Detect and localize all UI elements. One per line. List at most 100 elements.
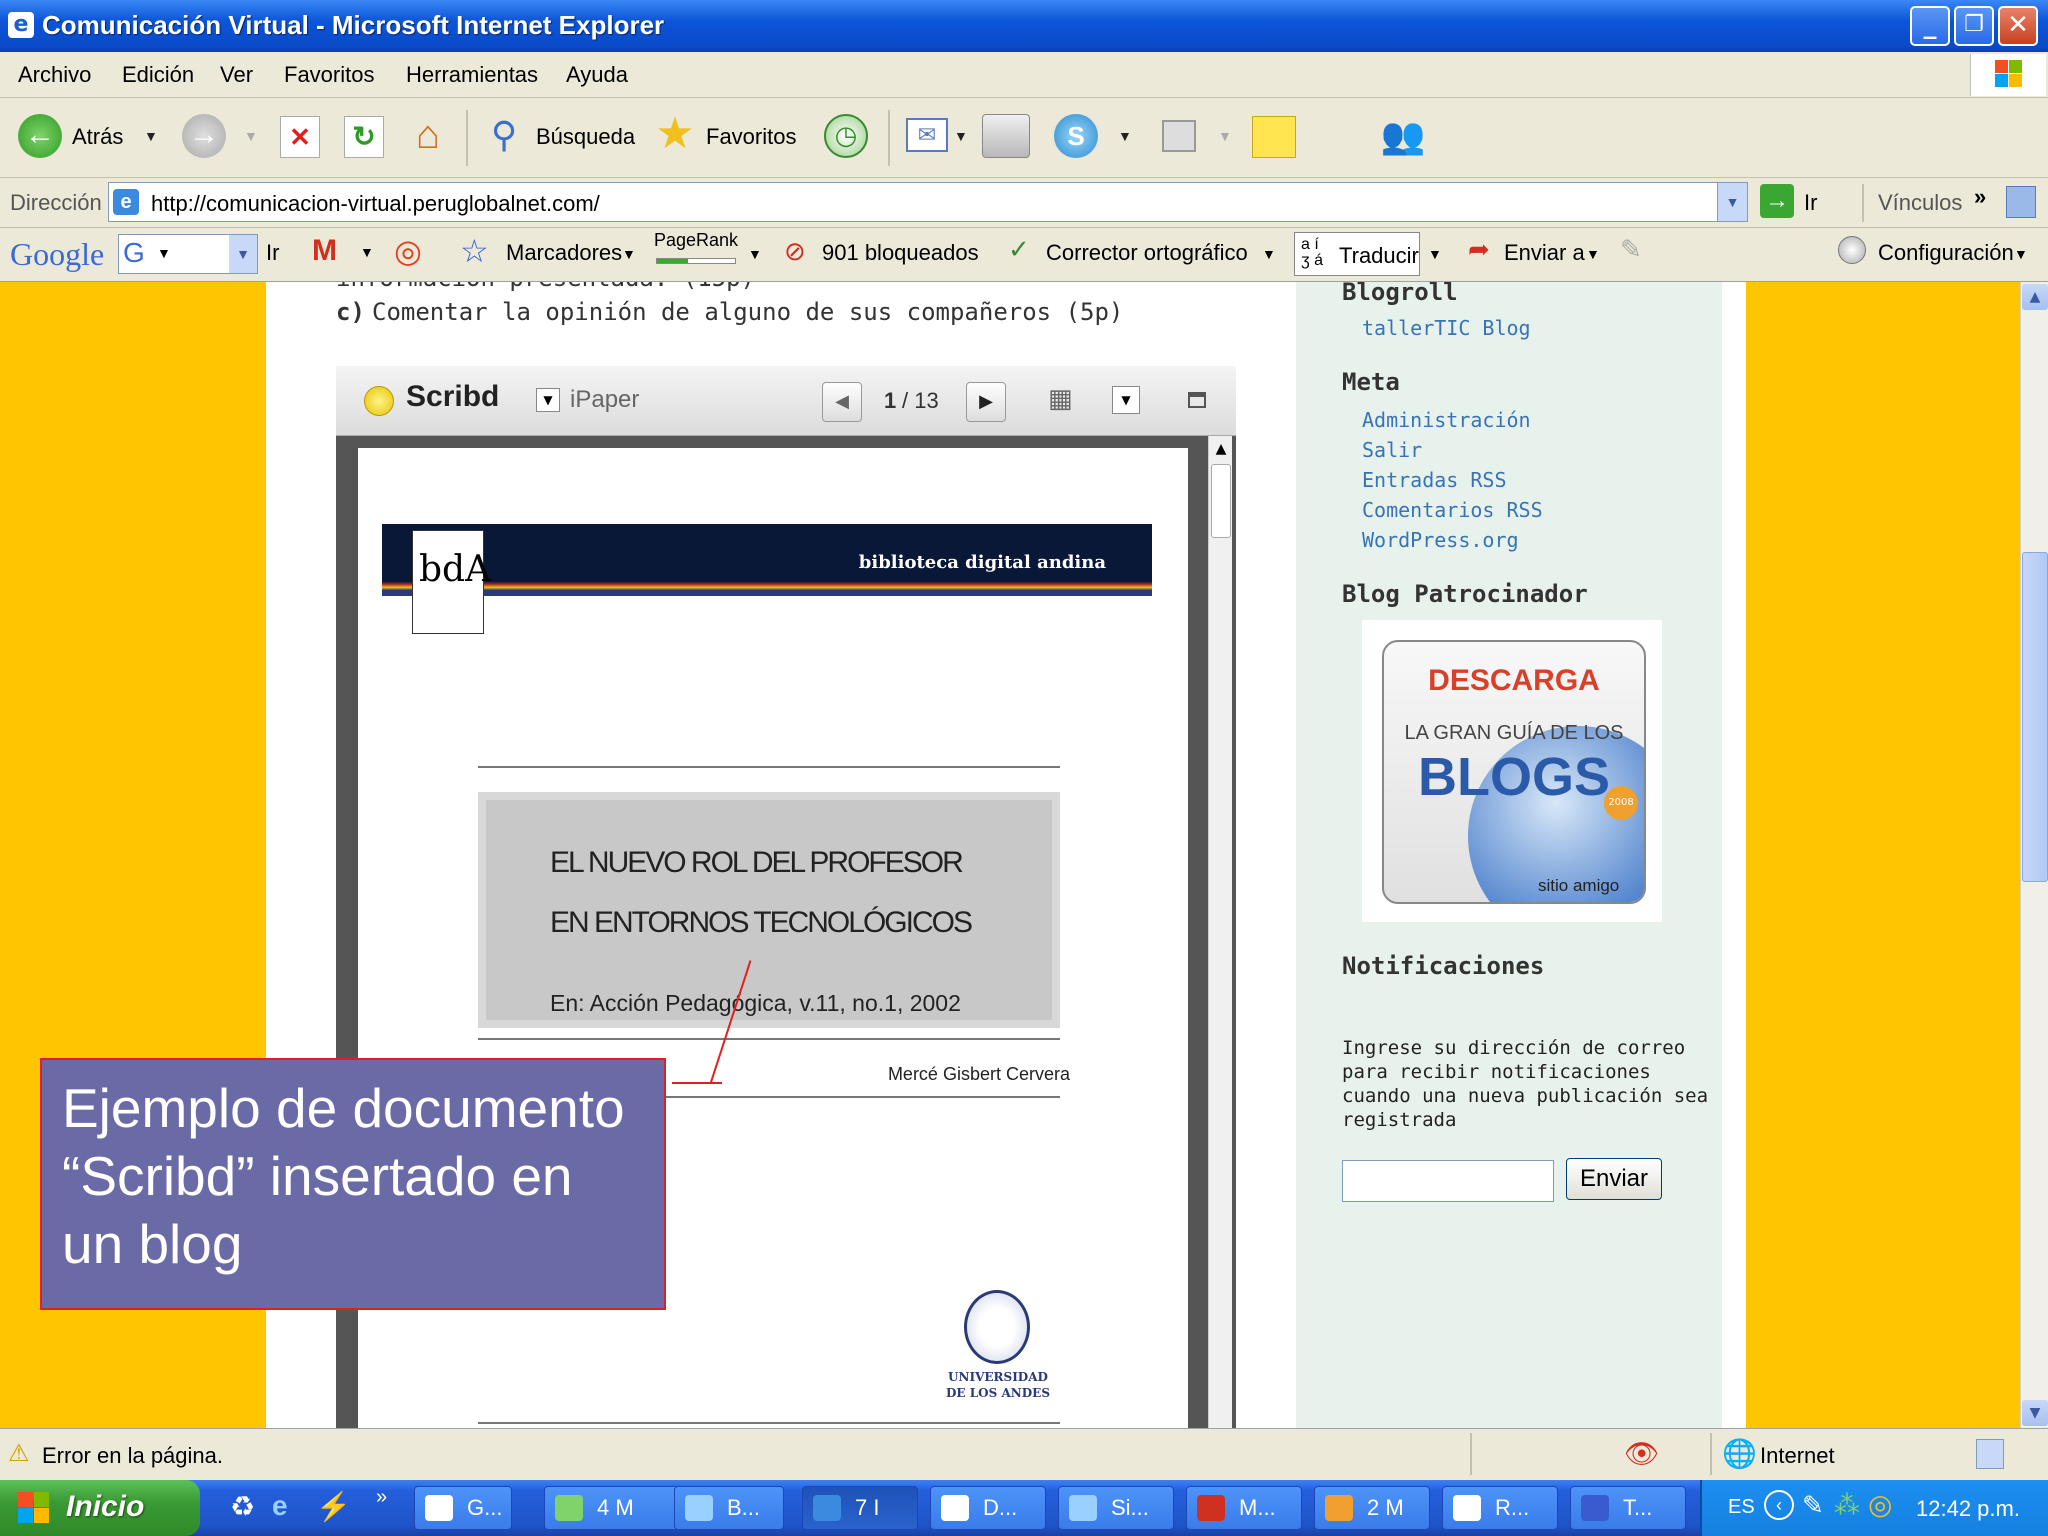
ipaper-dropdown-icon[interactable]: ▼ (536, 388, 560, 412)
next-page-button[interactable]: ▶ (966, 382, 1006, 422)
document-scrollbar[interactable]: ▲ (1208, 436, 1232, 1428)
error-warning-icon[interactable]: ⚠ (8, 1439, 30, 1468)
settings-button[interactable]: Configuración (1878, 240, 2014, 266)
settings-dropdown-icon[interactable]: ▼ (2014, 246, 2028, 262)
print-icon[interactable] (982, 114, 1030, 158)
task-button-1[interactable]: G... (414, 1486, 512, 1530)
meta-link-wordpress[interactable]: WordPress.org (1362, 528, 1519, 552)
messenger-icon[interactable]: 👥 (1380, 114, 1426, 158)
scroll-up-icon[interactable]: ▲ (2022, 284, 2048, 310)
quicklaunch-flash-icon[interactable]: ⚡ (316, 1490, 351, 1523)
google-go-label[interactable]: Ir (266, 240, 279, 266)
address-input[interactable]: e http://comunicacion-virtual.peruglobal… (108, 182, 1748, 222)
quicklaunch-recycle-icon[interactable]: ♻ (230, 1490, 255, 1523)
go-arrow-icon[interactable]: → (1760, 184, 1794, 218)
doc-scroll-thumb[interactable] (1211, 464, 1231, 538)
options-dropdown-icon[interactable]: ▼ (1112, 386, 1140, 414)
tray-swirl-icon[interactable]: ◎ (1868, 1488, 1892, 1521)
bookmarks-menu[interactable]: Marcadores (506, 240, 622, 266)
refresh-icon[interactable]: ↻ (344, 116, 384, 158)
close-button[interactable]: ✕ (1998, 6, 2038, 46)
note-icon[interactable] (1252, 116, 1296, 158)
language-indicator[interactable]: ES (1728, 1496, 1755, 1519)
tray-expand-icon[interactable]: ‹ (1764, 1490, 1794, 1520)
page-current[interactable]: 1 (884, 388, 896, 414)
resize-grip-icon[interactable] (1976, 1439, 2004, 1469)
translate-dropdown-icon[interactable]: ▼ (1428, 246, 1442, 262)
history-icon[interactable]: ◷ (824, 114, 868, 158)
back-dropdown-icon[interactable]: ▼ (144, 128, 158, 144)
menu-edicion[interactable]: Edición (122, 62, 194, 88)
fullscreen-dropdown-icon[interactable]: ▼ (1218, 128, 1232, 144)
menu-herramientas[interactable]: Herramientas (406, 62, 538, 88)
gmail-icon[interactable]: M (312, 234, 337, 268)
subscribe-button[interactable]: Enviar (1566, 1158, 1662, 1200)
task-button-6[interactable]: Si... (1058, 1486, 1174, 1530)
back-arrow-icon[interactable]: ← (18, 114, 62, 158)
stop-icon[interactable]: ✕ (280, 116, 320, 158)
meta-link-admin[interactable]: Administración (1362, 408, 1531, 432)
pagerank-label[interactable]: PageRank (654, 230, 738, 251)
skype-dropdown-icon[interactable]: ▼ (1118, 128, 1132, 144)
privacy-icon[interactable]: 👁 (1624, 1437, 1660, 1470)
address-dropdown-icon[interactable]: ▼ (1717, 183, 1747, 221)
spellcheck-button[interactable]: Corrector ortográfico (1046, 240, 1248, 266)
search-icon[interactable]: ⚲ (480, 112, 528, 160)
favorites-star-icon[interactable]: ★ (650, 110, 700, 160)
sponsor-ad[interactable]: DESCARGA LA GRAN GUÍA DE LOS BLOGS 2008 … (1362, 620, 1662, 922)
menu-archivo[interactable]: Archivo (18, 62, 91, 88)
menu-ayuda[interactable]: Ayuda (566, 62, 628, 88)
translate-button[interactable]: a íʒ á Traducir (1294, 232, 1420, 276)
task-button-10[interactable]: T... (1570, 1486, 1686, 1530)
search-label[interactable]: Búsqueda (536, 124, 635, 150)
toolbar-extra-icon[interactable] (2006, 186, 2036, 218)
go-label[interactable]: Ir (1804, 190, 1817, 216)
email-input[interactable] (1342, 1160, 1554, 1202)
maximize-button[interactable]: ❐ (1954, 6, 1994, 46)
send-to-button[interactable]: Enviar a (1504, 240, 1585, 266)
forward-arrow-icon[interactable]: → (182, 114, 226, 158)
grid-view-icon[interactable]: ▦ (1048, 384, 1073, 414)
mail-dropdown-icon[interactable]: ▼ (954, 128, 968, 144)
start-button[interactable]: Inicio (0, 1480, 200, 1536)
tray-network-icon[interactable]: ⁂ (1834, 1490, 1860, 1521)
bookmarks-dropdown-icon[interactable]: ▼ (622, 246, 636, 262)
fullscreen-icon[interactable] (1162, 120, 1196, 152)
tray-pen-icon[interactable]: ✎ (1802, 1490, 1824, 1521)
google-search-dropdown-icon[interactable]: ▼ (229, 235, 257, 273)
scroll-down-icon[interactable]: ▼ (2022, 1400, 2048, 1426)
prev-page-button[interactable]: ◀ (822, 382, 862, 422)
send-icon[interactable]: ➦ (1468, 234, 1490, 265)
settings-radio-icon[interactable] (1838, 236, 1866, 264)
home-icon[interactable]: ⌂ (404, 112, 452, 160)
highlighter-icon[interactable]: ✎ (1620, 234, 1642, 265)
links-chevron-icon[interactable]: » (1974, 184, 1986, 210)
task-button-7[interactable]: M... (1186, 1486, 1302, 1530)
google-swirl-icon[interactable]: ◎ (394, 232, 422, 270)
task-button-9[interactable]: R... (1442, 1486, 1558, 1530)
pagerank-dropdown-icon[interactable]: ▼ (748, 246, 762, 262)
menu-ver[interactable]: Ver (220, 62, 253, 88)
google-search-box[interactable]: G ▼ ▼ (118, 234, 258, 274)
send-dropdown-icon[interactable]: ▼ (1586, 246, 1600, 262)
mail-icon[interactable]: ✉ (906, 118, 948, 152)
task-button-5[interactable]: D... (930, 1486, 1046, 1530)
meta-link-entries-rss[interactable]: Entradas RSS (1362, 468, 1507, 492)
task-button-2[interactable]: 4 M (544, 1486, 684, 1530)
doc-scroll-up-icon[interactable]: ▲ (1209, 438, 1233, 460)
scroll-thumb[interactable] (2022, 552, 2048, 882)
skype-icon[interactable]: S (1054, 114, 1098, 158)
back-label[interactable]: Atrás (72, 124, 123, 150)
fullscreen-toggle-icon[interactable] (1188, 392, 1206, 408)
popup-blocker-icon[interactable]: ⊘ (784, 236, 806, 267)
page-scrollbar[interactable]: ▲ ▼ (2020, 282, 2048, 1428)
meta-link-comments-rss[interactable]: Comentarios RSS (1362, 498, 1543, 522)
task-button-3[interactable]: B... (674, 1486, 784, 1530)
title-bar[interactable]: e Comunicación Virtual - Microsoft Inter… (0, 0, 2048, 52)
favorites-label[interactable]: Favoritos (706, 124, 796, 150)
minimize-button[interactable]: _ (1910, 6, 1950, 46)
task-button-8[interactable]: 2 M (1314, 1486, 1430, 1530)
meta-link-logout[interactable]: Salir (1362, 438, 1422, 462)
quicklaunch-ie-icon[interactable]: e (272, 1490, 288, 1522)
quicklaunch-more-icon[interactable]: » (376, 1486, 387, 1509)
